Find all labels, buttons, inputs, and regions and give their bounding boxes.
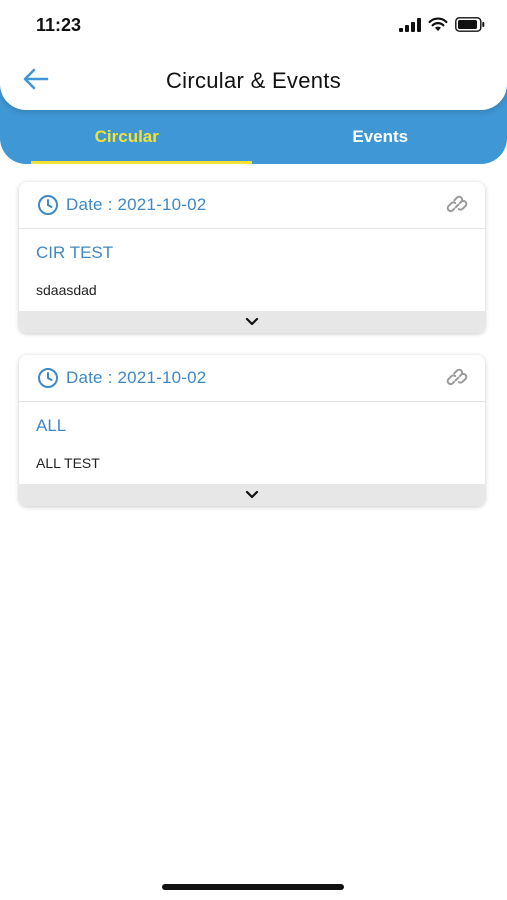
- link-icon[interactable]: [445, 194, 469, 218]
- page-title: Circular & Events: [165, 68, 342, 93]
- card-header: Date : 2021-10-02: [19, 182, 485, 229]
- card-description: ALL TEST: [36, 455, 100, 471]
- circular-list: Date : 2021-10-02 CIR TEST sdaasdad Date…: [19, 182, 485, 528]
- expand-button[interactable]: [19, 484, 485, 506]
- card-title: ALL: [36, 416, 67, 435]
- clock-icon: [37, 194, 59, 216]
- status-time: 11:23: [36, 15, 82, 35]
- card-title: CIR TEST: [36, 243, 114, 262]
- card-date: Date : 2021-10-02: [66, 195, 207, 214]
- status-icons: [399, 17, 485, 32]
- tab-events[interactable]: Events: [254, 110, 507, 164]
- home-indicator[interactable]: [162, 884, 344, 890]
- card-header: Date : 2021-10-02: [19, 355, 485, 402]
- clock-icon: [37, 367, 59, 389]
- circular-card: Date : 2021-10-02 ALL ALL TEST: [19, 355, 485, 506]
- expand-button[interactable]: [19, 311, 485, 333]
- chevron-down-icon: [245, 313, 259, 331]
- chevron-down-icon: [245, 486, 259, 504]
- header-bar: Circular & Events: [0, 52, 507, 110]
- circular-card: Date : 2021-10-02 CIR TEST sdaasdad: [19, 182, 485, 333]
- battery-icon: [455, 17, 485, 32]
- card-date: Date : 2021-10-02: [66, 368, 207, 387]
- signal-icon: [399, 17, 421, 32]
- status-bar: 11:23: [0, 0, 507, 52]
- tab-circular[interactable]: Circular: [0, 110, 254, 164]
- tab-bar: Circular Events: [0, 110, 507, 164]
- wifi-icon: [428, 17, 448, 32]
- card-description: sdaasdad: [36, 282, 97, 298]
- active-tab-indicator: [31, 161, 252, 164]
- app-screen: 11:23 Circular & Events Circular Events …: [0, 0, 507, 900]
- link-icon[interactable]: [445, 367, 469, 391]
